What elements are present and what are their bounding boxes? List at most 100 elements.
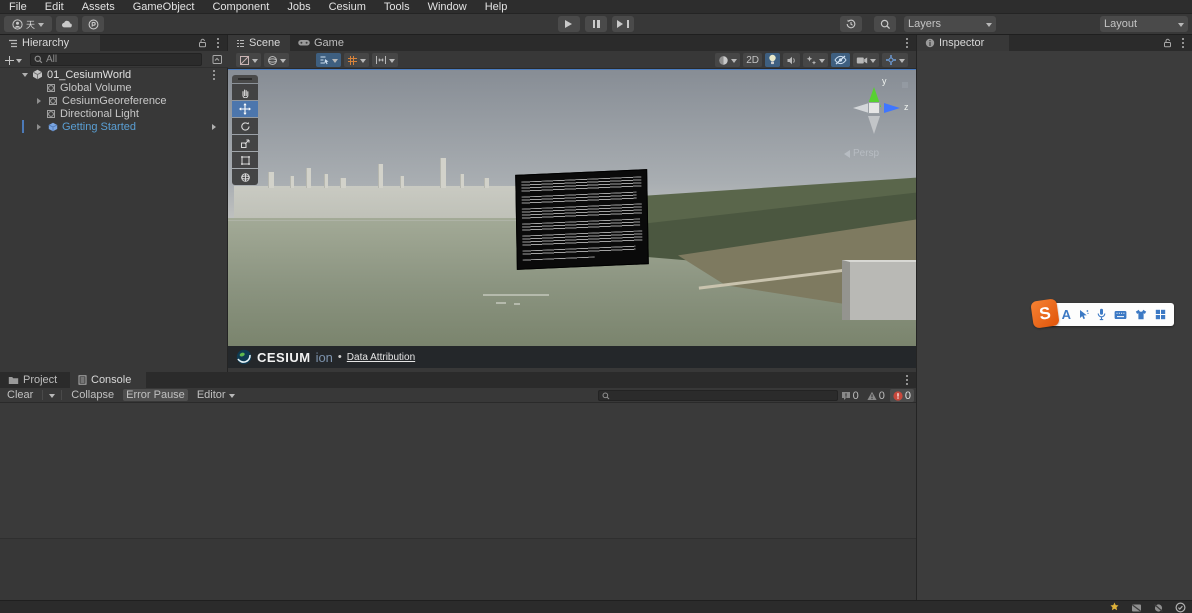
hierarchy-search-input[interactable] — [46, 54, 198, 65]
menu-window[interactable]: Window — [419, 0, 476, 14]
collapse-toggle[interactable]: Collapse — [68, 389, 117, 401]
grid-snapping-dropdown[interactable] — [344, 53, 369, 67]
camera-dropdown[interactable] — [853, 53, 879, 67]
tree-row-directional-light[interactable]: Directional Light — [0, 107, 227, 120]
persp-text: Persp — [853, 148, 880, 159]
activity-progress-icon[interactable] — [1175, 602, 1186, 613]
axis-x-cone[interactable] — [848, 103, 869, 113]
notification-icon[interactable] — [1109, 602, 1120, 613]
expander-icon[interactable] — [22, 73, 28, 80]
audio-toggle[interactable] — [783, 53, 800, 67]
step-button[interactable] — [612, 16, 634, 32]
data-attribution-link[interactable]: Data Attribution — [347, 352, 415, 363]
rect-tool-button[interactable] — [232, 152, 258, 168]
tree-row-getting-started[interactable]: Getting Started — [0, 120, 227, 133]
prefab-open-chevron-icon[interactable] — [212, 123, 219, 130]
move-tool-button[interactable] — [232, 101, 258, 117]
cursor-highlight-button[interactable] — [1079, 309, 1089, 321]
error-pause-toggle[interactable]: Error Pause — [123, 389, 188, 401]
gizmos-dropdown[interactable] — [882, 53, 908, 67]
expander-icon[interactable] — [37, 123, 44, 130]
console-search-input[interactable] — [610, 390, 834, 401]
transform-tool-button[interactable] — [232, 169, 258, 185]
tab-hierarchy[interactable]: Hierarchy — [0, 35, 100, 51]
create-object-button[interactable] — [5, 55, 22, 66]
scene-viewport[interactable]: y z Persp CESIUM ion • Data Attribution — [228, 69, 916, 368]
cloud-services-button[interactable] — [56, 16, 78, 32]
keyboard-button[interactable] — [1114, 310, 1127, 320]
tab-scene[interactable]: Scene — [228, 35, 290, 51]
axis-z-cone[interactable] — [884, 103, 905, 113]
undo-history-button[interactable] — [840, 16, 862, 32]
expander-icon[interactable] — [37, 97, 44, 104]
draw-mode-dropdown[interactable] — [715, 53, 741, 67]
lighting-toggle[interactable] — [765, 53, 780, 67]
scene-picking-icon[interactable] — [212, 54, 223, 65]
menu-assets[interactable]: Assets — [73, 0, 124, 14]
account-button[interactable]: 天 — [4, 16, 52, 32]
console-search[interactable] — [598, 390, 838, 401]
projection-label[interactable]: Persp — [840, 148, 879, 159]
tab-console[interactable]: Console — [70, 372, 146, 388]
layers-dropdown[interactable]: Layers — [904, 16, 996, 32]
tab-game[interactable]: Game — [290, 35, 352, 51]
code-coverage-icon[interactable] — [1153, 603, 1164, 613]
version-control-button[interactable] — [82, 16, 104, 32]
gizmo-center-cube[interactable] — [868, 102, 880, 114]
scene-visibility-toggle[interactable] — [831, 53, 850, 67]
menu-gameobject[interactable]: GameObject — [124, 0, 204, 14]
panel-menu-icon[interactable] — [217, 42, 219, 44]
menu-tools[interactable]: Tools — [375, 0, 419, 14]
tool-settings-dropdown[interactable] — [236, 53, 261, 67]
editor-dropdown[interactable]: Editor — [194, 389, 238, 401]
menu-jobs[interactable]: Jobs — [278, 0, 319, 14]
shirt-button[interactable] — [1135, 309, 1147, 320]
menu-edit[interactable]: Edit — [36, 0, 73, 14]
divider — [61, 390, 63, 400]
tree-row-cesium-georeference[interactable]: CesiumGeoreference — [0, 94, 227, 107]
scale-tool-button[interactable] — [232, 135, 258, 151]
snap-increment-dropdown[interactable] — [372, 53, 398, 67]
clear-dropdown-icon[interactable] — [49, 393, 56, 401]
global-search-button[interactable] — [874, 16, 896, 32]
hierarchy-search[interactable] — [30, 53, 202, 66]
effects-dropdown[interactable] — [803, 53, 828, 67]
scene-menu-icon[interactable] — [213, 73, 215, 76]
search-icon — [602, 392, 610, 400]
text-tool-button[interactable]: A — [1062, 307, 1071, 322]
chevron-down-icon — [332, 58, 338, 66]
play-button[interactable] — [558, 16, 580, 32]
rotate-tool-button[interactable] — [232, 118, 258, 134]
menu-file[interactable]: File — [0, 0, 36, 14]
panel-menu-icon[interactable] — [1182, 42, 1184, 44]
layout-dropdown[interactable]: Layout — [1100, 16, 1188, 32]
panel-menu-icon[interactable] — [906, 379, 908, 381]
pause-button[interactable] — [585, 16, 607, 32]
tree-row-global-volume[interactable]: Global Volume — [0, 81, 227, 94]
axis-neg-y-cone[interactable] — [868, 116, 880, 140]
info-count-toggle[interactable]: 0 — [838, 389, 862, 402]
selection-outline-toggle[interactable] — [316, 53, 341, 67]
2d-toggle[interactable]: 2D — [743, 53, 762, 67]
microphone-button[interactable] — [1097, 308, 1106, 321]
menu-cesium[interactable]: Cesium — [320, 0, 375, 14]
tab-inspector[interactable]: Inspector — [917, 35, 1009, 51]
recorder-logo[interactable]: S — [1030, 298, 1060, 329]
pivot-dropdown[interactable] — [264, 53, 289, 67]
tab-project[interactable]: Project — [0, 372, 70, 388]
warning-count-toggle[interactable]: 0 — [864, 389, 888, 402]
tree-row-scene[interactable]: 01_CesiumWorld — [0, 68, 227, 81]
lock-icon[interactable] — [198, 38, 207, 48]
hand-tool-button[interactable] — [232, 84, 258, 100]
error-count-toggle[interactable]: 0 — [889, 389, 914, 402]
panel-menu-icon[interactable] — [906, 42, 908, 44]
clear-button[interactable]: Clear — [4, 389, 36, 401]
cache-server-icon[interactable] — [1131, 603, 1142, 613]
menu-help[interactable]: Help — [476, 0, 517, 14]
menu-component[interactable]: Component — [203, 0, 278, 14]
overlay-drag-handle[interactable] — [232, 75, 258, 83]
scene-view-panel: Scene Game 2D y z Persp CESIUM ion • Dat… — [228, 35, 916, 372]
chevron-down-icon — [899, 58, 905, 66]
apps-grid-button[interactable] — [1155, 309, 1166, 320]
lock-icon[interactable] — [1163, 38, 1172, 48]
